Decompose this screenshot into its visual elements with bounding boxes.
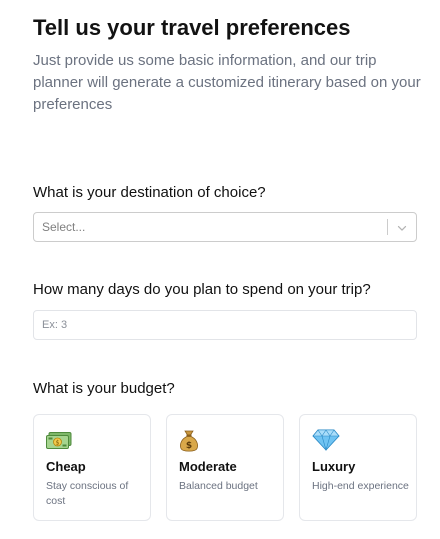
svg-text:$: $ xyxy=(56,440,60,447)
budget-option-title: Luxury xyxy=(312,459,356,474)
budget-option-desc: Balanced budget xyxy=(179,480,258,492)
budget-option-desc: High-end experience xyxy=(312,480,409,492)
page-subtitle: Just provide us some basic information, … xyxy=(33,52,421,113)
budget-option-title: Cheap xyxy=(46,459,86,474)
money-icon: $ xyxy=(46,429,72,452)
money-bag-icon: $ xyxy=(179,429,199,458)
budget-options: $ Cheap Stay conscious of cost $ Moderat… xyxy=(33,414,417,521)
budget-label: What is your budget? xyxy=(33,380,175,397)
page-title: Tell us your travel preferences xyxy=(33,15,351,40)
svg-text:$: $ xyxy=(186,441,192,451)
chevron-down-icon[interactable] xyxy=(395,221,409,235)
budget-option-moderate[interactable]: $ Moderate Balanced budget xyxy=(166,414,284,521)
select-separator xyxy=(387,219,388,235)
destination-select[interactable]: Select... xyxy=(33,212,417,242)
days-label: How many days do you plan to spend on yo… xyxy=(33,281,371,298)
destination-label: What is your destination of choice? xyxy=(33,184,266,201)
budget-option-title: Moderate xyxy=(179,459,237,474)
gem-icon xyxy=(312,429,340,456)
destination-placeholder: Select... xyxy=(42,220,86,234)
budget-option-luxury[interactable]: Luxury High-end experience xyxy=(299,414,417,521)
budget-option-desc: Stay conscious of cost xyxy=(46,480,129,507)
budget-option-cheap[interactable]: $ Cheap Stay conscious of cost xyxy=(33,414,151,521)
days-input[interactable] xyxy=(33,310,417,340)
